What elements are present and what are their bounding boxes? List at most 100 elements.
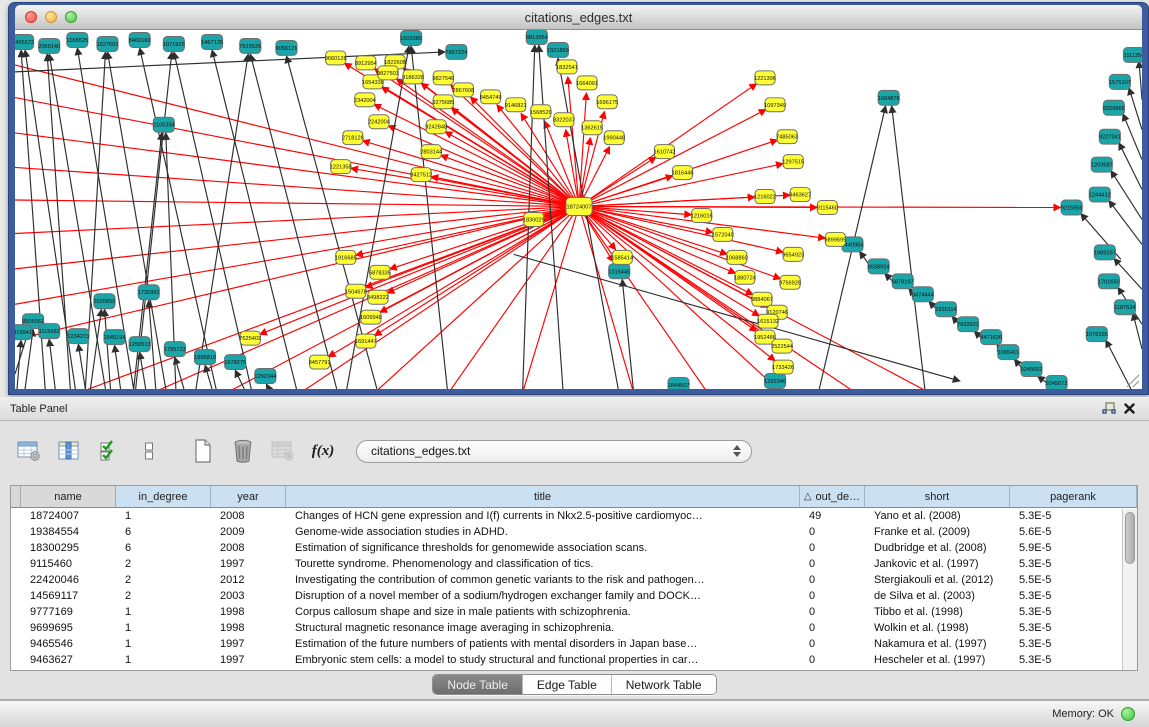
- graph-node[interactable]: 1921859: [547, 42, 569, 57]
- graph-node[interactable]: 1816446: [672, 166, 694, 180]
- cell-name[interactable]: 9463627: [21, 652, 116, 668]
- graph-node[interactable]: 1221396: [754, 71, 776, 85]
- cell-short[interactable]: Hescheler et al. (1997): [865, 652, 1010, 668]
- cell-pagerank[interactable]: 5.3E-5: [1010, 588, 1137, 604]
- scrollbar-thumb[interactable]: [1125, 512, 1135, 564]
- graph-node[interactable]: 1568520: [530, 105, 552, 119]
- zoom-window-button[interactable]: [65, 11, 77, 23]
- cell-in_degree[interactable]: 2: [116, 572, 211, 588]
- graph-node[interactable]: 9457791: [309, 355, 331, 369]
- graph-node[interactable]: 1844507: [668, 378, 690, 389]
- minimize-window-button[interactable]: [45, 11, 57, 23]
- graph-node[interactable]: 1071915: [163, 36, 185, 51]
- cell-short[interactable]: Stergiakouli et al. (2012): [865, 572, 1010, 588]
- graph-node[interactable]: 9115460: [817, 201, 838, 215]
- cell-title[interactable]: Tourette syndrome. Phenomenology and cla…: [286, 556, 800, 572]
- cell-short[interactable]: Jankovic et al. (1997): [865, 556, 1010, 572]
- graph-node[interactable]: 9827503: [377, 66, 399, 80]
- cell-pagerank[interactable]: 5.9E-5: [1010, 540, 1137, 556]
- graph-node[interactable]: 9056121: [276, 40, 298, 55]
- graph-node[interactable]: 9245652: [1020, 362, 1042, 377]
- cell-out_degree[interactable]: 0: [800, 556, 865, 572]
- graph-node[interactable]: 2867608: [452, 83, 474, 97]
- cell-name[interactable]: 9777169: [21, 604, 116, 620]
- graph-node[interactable]: 1315445: [608, 264, 630, 279]
- table-row[interactable]: 1456911722003Disruption of a novel membe…: [11, 588, 1137, 604]
- graph-node[interactable]: 1830029: [523, 212, 545, 226]
- cell-title[interactable]: Disruption of a novel member of a sodium…: [286, 588, 800, 604]
- cell-short[interactable]: Tibbo et al. (1998): [865, 604, 1010, 620]
- close-window-button[interactable]: [25, 11, 37, 23]
- cell-name[interactable]: 14569117: [21, 588, 116, 604]
- graph-node[interactable]: 9242848: [425, 120, 447, 134]
- column-header-name[interactable]: name: [21, 486, 116, 507]
- graph-node[interactable]: 1610742: [654, 145, 676, 159]
- column-header-year[interactable]: year: [211, 486, 286, 507]
- tab-node-table[interactable]: Node Table: [433, 675, 523, 694]
- graph-node[interactable]: 7632621: [957, 317, 979, 332]
- graph-node[interactable]: 8498222: [367, 290, 389, 304]
- graph-node[interactable]: 1111354: [1123, 47, 1142, 62]
- cell-year[interactable]: 1998: [211, 604, 286, 620]
- close-panel-button[interactable]: [1119, 400, 1139, 418]
- table-row[interactable]: 969969511998Structural magnetic resonanc…: [11, 620, 1137, 636]
- graph-node[interactable]: 1545194: [104, 330, 126, 345]
- graph-node[interactable]: 1203587: [1091, 157, 1113, 172]
- graph-node[interactable]: 5878335: [369, 265, 391, 279]
- graph-node[interactable]: 9319941: [15, 325, 32, 340]
- graph-node[interactable]: 1297515: [782, 155, 804, 169]
- graph-node[interactable]: 9654923: [782, 247, 804, 261]
- graph-node[interactable]: 2342004: [354, 93, 376, 107]
- cell-name[interactable]: 9115460: [21, 556, 116, 572]
- graph-node[interactable]: 1362615: [581, 121, 603, 135]
- cell-year[interactable]: 2008: [211, 508, 286, 524]
- graph-node[interactable]: 1097349: [764, 98, 786, 112]
- cell-short[interactable]: Nakamura et al. (1997): [865, 636, 1010, 652]
- graph-node[interactable]: 2718126: [342, 131, 364, 145]
- graph-node[interactable]: 9227341: [1099, 129, 1121, 144]
- cell-year[interactable]: 1998: [211, 620, 286, 636]
- cell-short[interactable]: Franke et al. (2009): [865, 524, 1010, 540]
- cell-year[interactable]: 1997: [211, 652, 286, 668]
- cell-name[interactable]: 18724007: [21, 508, 116, 524]
- graph-node[interactable]: 1234273: [67, 329, 89, 344]
- cell-title[interactable]: Estimation of the future numbers of pati…: [286, 636, 800, 652]
- canvas-resize-grip[interactable]: [1127, 375, 1139, 387]
- cell-name[interactable]: 9699695: [21, 620, 116, 636]
- table-row[interactable]: 1938455462009Genome-wide association stu…: [11, 524, 1137, 540]
- graph-node[interactable]: 1880724: [734, 270, 756, 284]
- cell-title[interactable]: Estimation of significance thresholds fo…: [286, 540, 800, 556]
- graph-node[interactable]: 9215956: [1061, 200, 1083, 215]
- cell-out_degree[interactable]: 49: [800, 508, 865, 524]
- cell-year[interactable]: 2008: [211, 540, 286, 556]
- cell-in_degree[interactable]: 2: [116, 556, 211, 572]
- column-header-title[interactable]: title: [286, 486, 800, 507]
- network-view-window[interactable]: citations_edges.txt 24055722069140106552…: [8, 2, 1149, 395]
- column-edit-button[interactable]: [54, 437, 84, 465]
- graph-node[interactable]: 1609948: [360, 310, 382, 324]
- graph-node[interactable]: 8186328: [402, 70, 424, 84]
- graph-node[interactable]: 8813054: [526, 30, 548, 44]
- table-row[interactable]: 946554611997Estimation of the future num…: [11, 636, 1137, 652]
- graph-node[interactable]: 9884067: [751, 292, 773, 306]
- column-header-in_degree[interactable]: in_degree: [116, 486, 211, 507]
- cell-year[interactable]: 2003: [211, 588, 286, 604]
- graph-node[interactable]: 1292346: [764, 374, 786, 389]
- vertical-scrollbar[interactable]: [1122, 509, 1137, 671]
- cell-title[interactable]: Corpus callosum shape and size in male p…: [286, 604, 800, 620]
- cell-title[interactable]: Genome-wide association studies in ADHD.: [286, 524, 800, 540]
- cell-title[interactable]: Changes of HCN gene expression and I(f) …: [286, 508, 800, 524]
- cell-pagerank[interactable]: 5.3E-5: [1010, 620, 1137, 636]
- tab-edge-table[interactable]: Edge Table: [523, 675, 612, 694]
- graph-node[interactable]: 1115682: [39, 324, 60, 339]
- graph-node[interactable]: 1615132: [757, 314, 779, 328]
- cell-in_degree[interactable]: 1: [116, 508, 211, 524]
- graph-node[interactable]: 1691447: [355, 334, 377, 348]
- column-header-short[interactable]: short: [865, 486, 1010, 507]
- table-row[interactable]: 946362711997Embryonic stem cells: a mode…: [11, 652, 1137, 668]
- cell-short[interactable]: Wolkin et al. (1998): [865, 620, 1010, 636]
- cell-in_degree[interactable]: 1: [116, 636, 211, 652]
- graph-node[interactable]: 1664091: [576, 76, 598, 90]
- graph-node[interactable]: 1585414: [611, 250, 633, 264]
- graph-node[interactable]: 1527602: [97, 36, 119, 51]
